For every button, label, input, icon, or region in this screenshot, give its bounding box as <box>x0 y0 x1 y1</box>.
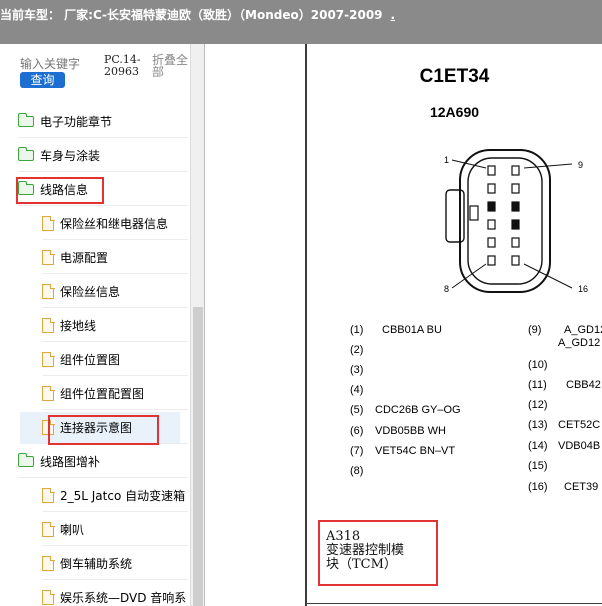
pin-number: (12) <box>528 399 548 411</box>
tree-item-component-location-config[interactable]: 组件位置配置图 <box>42 378 188 410</box>
folder-icon <box>17 113 34 127</box>
pin-list-right: (9) A_GD12 A_GD12 (10) (11) CBB42 (12) (13… <box>528 324 602 500</box>
tree-item-label: 2_5L Jatco 自动变速箱 <box>60 489 186 503</box>
pin-number: (14) <box>528 440 548 452</box>
page-icon <box>42 317 55 333</box>
pin-number: (7) <box>350 445 364 457</box>
pin-number: (9) <box>528 324 542 336</box>
tree-item-electronic-function[interactable]: 电子功能章节 <box>17 106 188 138</box>
title-bar: 当前车型： 厂家:C-长安福特蒙迪欧（致胜）（Mondeo）2007-2009. <box>0 0 602 44</box>
pin-circuit: VET54C BN–VT <box>375 445 456 457</box>
page-icon <box>42 487 55 503</box>
tree-item-label: 组件位置图 <box>60 353 121 367</box>
module-name-line1: 变速器控制模 <box>326 543 405 558</box>
tree-item-jatco-transmission[interactable]: 2_5L Jatco 自动变速箱 <box>42 480 188 512</box>
pin-number: (16) <box>528 481 548 493</box>
highlight-box-wiring-info <box>16 177 104 204</box>
page-icon <box>42 555 55 571</box>
pin-number: (6) <box>350 425 364 437</box>
pin-label-16: 16 <box>578 284 588 294</box>
pin-circuit: A_GD12 <box>564 324 602 336</box>
pin-circuit: CBB42 <box>566 379 601 391</box>
page-icon <box>42 521 55 537</box>
tree-item-label: 接地线 <box>60 319 97 333</box>
pin-circuit: CET52C <box>558 419 601 431</box>
tree-item-ground[interactable]: 接地线 <box>42 310 188 342</box>
pin-number: (1) <box>350 324 364 336</box>
pin-number: (5) <box>350 404 364 416</box>
scrollbar-thumb[interactable] <box>193 307 203 606</box>
pin-label-1: 1 <box>444 155 449 165</box>
page-icon <box>42 351 55 367</box>
tree-item-fuse-relay[interactable]: 保险丝和继电器信息 <box>42 208 188 240</box>
page-icon <box>42 283 55 299</box>
page-icon <box>42 249 55 265</box>
pc-code: PC.14-20963 <box>104 53 141 78</box>
module-code: A318 <box>326 529 361 544</box>
page-icon <box>42 215 55 231</box>
vehicle-title: 当前车型： 厂家:C-长安福特蒙迪欧（致胜）（Mondeo）2007-2009. <box>0 6 395 23</box>
tree-item-dvd-audio[interactable]: 娱乐系统—DVD 音响系 <box>42 582 188 606</box>
module-name-line2: 块（TCM） <box>326 557 397 572</box>
highlight-box-connector-diagram <box>48 415 159 445</box>
pin-cavities <box>487 165 520 266</box>
sidebar-scrollbar[interactable] <box>190 44 204 606</box>
pin-number: (8) <box>350 465 364 477</box>
tree-item-label: 车身与涂装 <box>40 149 101 163</box>
tree-item-wiring-supplement[interactable]: 线路图增补 <box>17 446 188 478</box>
tree-item-label: 保险丝和继电器信息 <box>60 217 169 231</box>
tree-item-label: 组件位置配置图 <box>60 387 145 401</box>
tree-item-power-config[interactable]: 电源配置 <box>42 242 188 274</box>
page-icon <box>42 589 55 605</box>
connector-drawing: 1 9 8 16 <box>444 149 588 294</box>
tree-item-horn[interactable]: 喇叭 <box>42 514 188 546</box>
pin-circuit: VDB05BB WH <box>375 425 446 437</box>
pin-circuit: CBB01A BU <box>382 324 442 336</box>
pin-circuit: VDB04B <box>558 440 601 452</box>
tree-item-label: 电子功能章节 <box>40 115 113 129</box>
pin-number: (4) <box>350 384 364 396</box>
pin-number: (2) <box>350 344 364 356</box>
connector-code: C1ET34 <box>419 66 490 87</box>
vehicle-title-text: 当前车型： 厂家:C-长安福特蒙迪欧（致胜）（Mondeo）2007-2009 <box>0 8 383 22</box>
tree-item-label: 线路图增补 <box>40 455 101 469</box>
tree-item-label: 喇叭 <box>60 523 85 537</box>
tree-item-component-location[interactable]: 组件位置图 <box>42 344 188 376</box>
pin-number: (13) <box>528 419 548 431</box>
tree-item-reverse-assist[interactable]: 倒车辅助系统 <box>42 548 188 580</box>
tree-item-fuse-info[interactable]: 保险丝信息 <box>42 276 188 308</box>
module-text: A318 变速器控制模 块（TCM） <box>326 530 404 572</box>
query-button[interactable]: 查询 <box>20 72 65 88</box>
module-callout: A318 变速器控制模 块（TCM） <box>318 520 438 586</box>
pin-label-8: 8 <box>444 284 449 294</box>
pin-list-left: (1) CBB01A BU (2) (3) (4) (5) CDC26B GY–OG… <box>350 324 530 494</box>
tree-item-label: 倒车辅助系统 <box>60 557 133 571</box>
folder-open-icon <box>17 453 34 467</box>
tree-item-label: 电源配置 <box>60 251 109 265</box>
part-number: 12A690 <box>429 104 480 120</box>
pin-circuit: CET39 <box>564 481 599 493</box>
pin-number: (15) <box>528 460 548 472</box>
keyword-input[interactable] <box>20 56 100 72</box>
pin-number: (3) <box>350 364 364 376</box>
pin-circuit: A_GD12 <box>558 337 601 349</box>
vehicle-title-link[interactable]: . <box>391 8 396 22</box>
pin-label-9: 9 <box>578 160 583 170</box>
folder-icon <box>17 147 34 161</box>
pin-circuit: CDC26B GY–OG <box>375 404 461 416</box>
tree-item-label: 保险丝信息 <box>60 285 121 299</box>
tree-item-body-paint[interactable]: 车身与涂装 <box>17 140 188 172</box>
pin-number: (11) <box>528 379 547 391</box>
pin-number: (10) <box>528 359 548 371</box>
fold-all-button[interactable]: 折叠全部 <box>152 54 192 78</box>
tree-item-label: 娱乐系统—DVD 音响系 <box>60 591 187 605</box>
sidebar: 查询 PC.14-20963 折叠全部 电子功能章节 车身与涂装 线路信息 保险… <box>0 44 205 606</box>
page-icon <box>42 385 55 401</box>
